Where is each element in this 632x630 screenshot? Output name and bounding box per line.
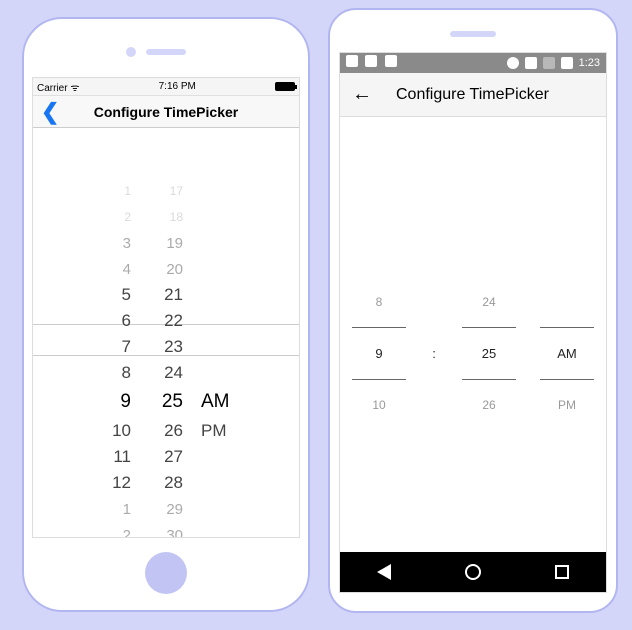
- minute-opt: 30: [149, 527, 183, 539]
- android-ampm-column[interactable]: AM PM: [540, 295, 594, 412]
- ios-phone-frame: Carrier ᯤ 7:16 PM ❮ Configure TimePicker…: [22, 17, 310, 612]
- colon-label: :: [430, 295, 438, 412]
- minute-opt: 29: [149, 501, 183, 518]
- minute-opt: 22: [149, 311, 183, 331]
- android-timepicker[interactable]: 8 9 10 : 24 25 26: [340, 295, 606, 412]
- android-phone-frame: 1:23 ← Configure TimePicker 8 9 10 :: [328, 8, 618, 613]
- nav-home-icon[interactable]: [465, 564, 481, 580]
- minute-opt: 27: [149, 447, 183, 467]
- hour-selected[interactable]: 9: [375, 346, 382, 361]
- back-arrow-icon[interactable]: ←: [352, 83, 372, 106]
- android-title-label: Configure TimePicker: [396, 86, 549, 104]
- divider: [540, 327, 594, 328]
- android-screen: 1:23 ← Configure TimePicker 8 9 10 :: [339, 52, 607, 593]
- android-content: 8 9 10 : 24 25 26: [340, 117, 606, 552]
- status-icon: [365, 55, 377, 67]
- nav-recents-icon[interactable]: [555, 565, 569, 579]
- android-speaker: [450, 31, 496, 37]
- hour-opt: 2: [97, 527, 131, 539]
- ampm-opt: PM: [201, 421, 235, 441]
- status-icon: [346, 55, 358, 67]
- minute-opt: 19: [149, 235, 183, 252]
- hour-opt: 12: [97, 473, 131, 493]
- ios-timepicker[interactable]: 117 218 319 420 521 622 723 824 9 25 AM …: [33, 178, 299, 538]
- hour-opt: 11: [97, 447, 131, 467]
- minute-opt: 20: [149, 261, 183, 278]
- hour-opt: 2: [97, 210, 131, 224]
- hour-opt: 3: [97, 235, 131, 252]
- hour-opt: 5: [97, 285, 131, 305]
- hour-opt: 8: [97, 363, 131, 383]
- status-icon: [507, 57, 519, 69]
- hour-above: 8: [376, 295, 383, 309]
- android-hour-column[interactable]: 8 9 10: [352, 295, 406, 412]
- ios-clock-label: 7:16 PM: [159, 81, 196, 92]
- signal-icon: [543, 57, 555, 69]
- hour-opt: 10: [97, 421, 131, 441]
- minute-opt: 18: [149, 210, 183, 224]
- android-toolbar: ← Configure TimePicker: [340, 73, 606, 117]
- minute-opt: 21: [149, 285, 183, 305]
- wifi-icon: [525, 57, 537, 69]
- minute-selected[interactable]: 25: [482, 346, 496, 361]
- ios-navbar: ❮ Configure TimePicker: [33, 96, 299, 128]
- ios-screen: Carrier ᯤ 7:16 PM ❮ Configure TimePicker…: [32, 77, 300, 538]
- ios-minute-selected[interactable]: 25: [149, 391, 183, 413]
- battery-icon: [561, 57, 573, 69]
- ios-hour-selected[interactable]: 9: [97, 391, 131, 413]
- hour-below: 10: [372, 398, 385, 412]
- android-statusbar: 1:23: [340, 53, 606, 73]
- hour-opt: 1: [97, 501, 131, 518]
- ios-statusbar: Carrier ᯤ 7:16 PM: [33, 78, 299, 96]
- minute-opt: 26: [149, 421, 183, 441]
- ios-ampm-selected[interactable]: AM: [201, 391, 235, 413]
- hour-opt: 6: [97, 311, 131, 331]
- ios-camera-dot: [126, 47, 136, 57]
- hour-opt: 4: [97, 261, 131, 278]
- ios-title-label: Configure TimePicker: [33, 104, 299, 120]
- minute-opt: 24: [149, 363, 183, 383]
- divider: [462, 379, 516, 380]
- status-icon: [385, 55, 397, 67]
- minute-opt: 28: [149, 473, 183, 493]
- ios-home-button[interactable]: [145, 552, 187, 594]
- android-minute-column[interactable]: 24 25 26: [462, 295, 516, 412]
- divider: [540, 379, 594, 380]
- minute-below: 26: [482, 398, 495, 412]
- ampm-below: PM: [558, 398, 576, 412]
- hour-opt: 7: [97, 337, 131, 357]
- android-navbar: [340, 552, 606, 592]
- ampm-above: [565, 295, 568, 309]
- android-clock-label: 1:23: [579, 57, 600, 69]
- ampm-selected[interactable]: AM: [557, 346, 577, 361]
- ios-speaker: [146, 49, 186, 55]
- battery-icon: [275, 82, 295, 91]
- divider: [352, 379, 406, 380]
- minute-above: 24: [482, 295, 495, 309]
- minute-opt: 17: [149, 184, 183, 198]
- nav-back-icon[interactable]: [377, 564, 391, 580]
- minute-opt: 23: [149, 337, 183, 357]
- hour-opt: 1: [97, 184, 131, 198]
- divider: [352, 327, 406, 328]
- ios-carrier-label: Carrier ᯤ: [37, 80, 79, 94]
- divider: [462, 327, 516, 328]
